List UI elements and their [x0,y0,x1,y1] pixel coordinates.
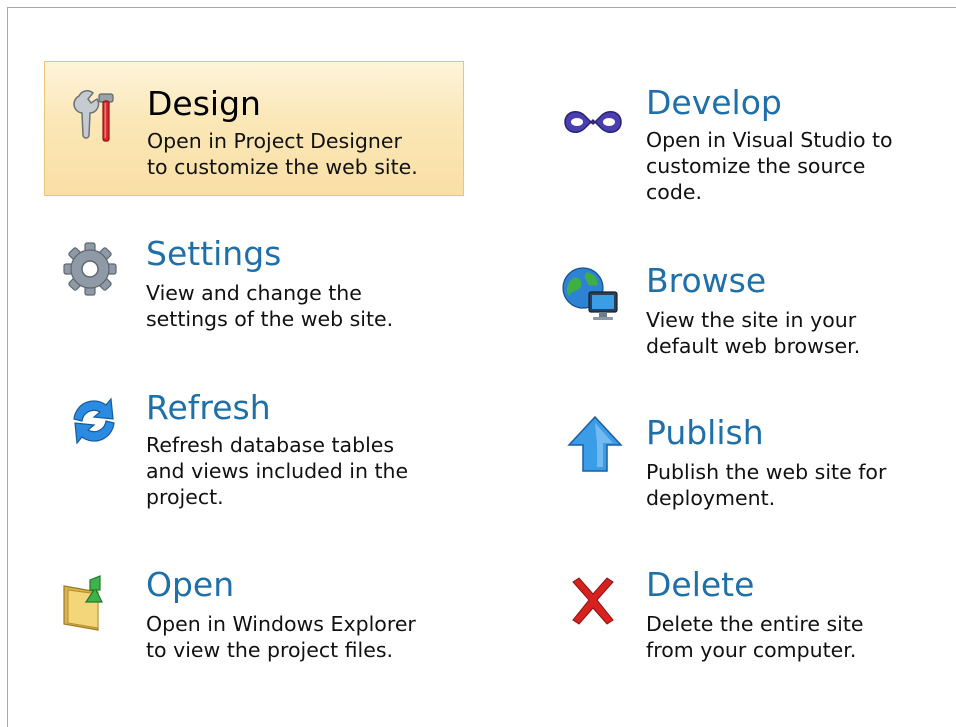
open-action[interactable]: Open Open in Windows Explorer to view th… [44,562,464,672]
visual-studio-icon [561,88,625,152]
folder-icon [58,568,122,632]
develop-description: Open in Visual Studio to customize the s… [646,128,893,204]
design-description: Open in Project Designer to customize th… [147,129,418,179]
settings-title: Settings [146,234,282,273]
browse-action[interactable]: Browse View the site in your default web… [545,254,940,364]
open-description: Open in Windows Explorer to view the pro… [146,612,416,662]
settings-description: View and change the settings of the web … [146,281,394,331]
develop-title: Develop [646,83,782,122]
delete-icon [561,568,625,632]
open-title: Open [146,565,235,604]
browse-description: View the site in your default web browse… [646,308,861,358]
refresh-action[interactable]: Refresh Refresh database tables and view… [44,381,464,511]
refresh-icon [62,389,126,453]
publish-action[interactable]: Publish Publish the web site for deploym… [545,405,940,515]
design-title: Design [147,84,261,123]
globe-icon [559,262,623,326]
settings-action[interactable]: Settings View and change the settings of… [44,229,464,339]
publish-title: Publish [646,413,764,452]
delete-description: Delete the entire site from your compute… [646,612,864,662]
gear-icon [58,237,122,301]
delete-title: Delete [646,565,755,604]
browse-title: Browse [646,261,767,300]
delete-action[interactable]: Delete Delete the entire site from your … [545,562,940,672]
develop-action[interactable]: Develop Open in Visual Studio to customi… [545,80,940,210]
design-action[interactable]: Design Open in Project Designer to custo… [44,61,464,196]
up-arrow-icon [563,413,627,477]
tools-icon [63,82,127,146]
publish-description: Publish the web site for deployment. [646,460,887,510]
refresh-description: Refresh database tables and views includ… [146,433,409,509]
refresh-title: Refresh [146,388,271,427]
